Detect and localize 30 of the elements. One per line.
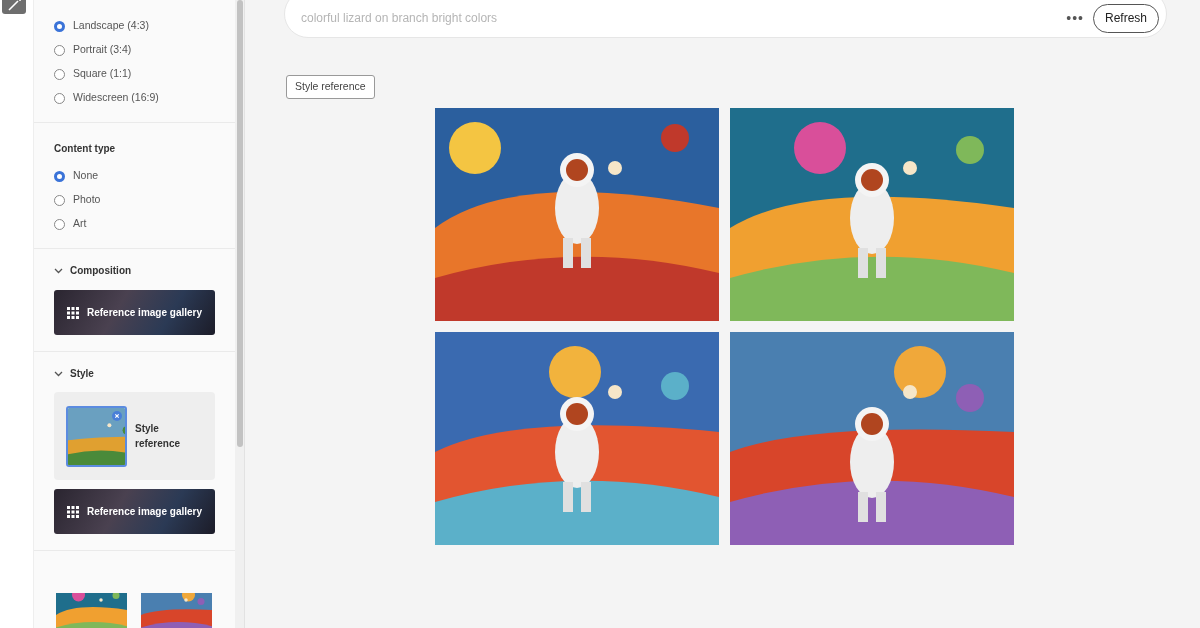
magic-wand-icon[interactable] bbox=[2, 0, 26, 14]
style-reference-card[interactable]: Style reference bbox=[54, 392, 215, 480]
radio-button[interactable] bbox=[54, 218, 65, 230]
grid-icon bbox=[66, 306, 79, 319]
radio-button[interactable] bbox=[54, 20, 65, 32]
more-button[interactable]: ••• bbox=[1066, 7, 1084, 29]
option-label: None bbox=[73, 168, 99, 184]
option-label: Portrait (3:4) bbox=[73, 42, 132, 58]
prompt-field[interactable]: colorful lizard on branch bright colors ••• Refresh bbox=[284, 0, 1167, 38]
option-label: Art bbox=[73, 216, 87, 232]
scrollbar-thumb[interactable] bbox=[237, 0, 243, 447]
radio-button[interactable] bbox=[54, 92, 65, 104]
radio-button[interactable] bbox=[54, 68, 65, 80]
section-title: Content type bbox=[54, 142, 117, 156]
gallery-button[interactable]: Reference image gallery bbox=[54, 290, 215, 335]
option-label: Landscape (4:3) bbox=[73, 18, 149, 34]
gallery-button[interactable]: Reference image gallery bbox=[54, 489, 215, 534]
reference-label: Style reference bbox=[135, 422, 182, 451]
section-title: Composition bbox=[70, 263, 132, 278]
grid-icon bbox=[66, 505, 79, 518]
option-label: Photo bbox=[73, 192, 101, 208]
radio-button[interactable] bbox=[54, 170, 65, 182]
style-reference-tag[interactable]: Style reference bbox=[286, 75, 375, 99]
section-title: Style bbox=[70, 366, 94, 381]
option-label: Widescreen (16:9) bbox=[73, 90, 159, 106]
radio-button[interactable] bbox=[54, 194, 65, 206]
option-label: Square (1:1) bbox=[73, 66, 132, 82]
refresh-button[interactable]: Refresh bbox=[1092, 3, 1159, 33]
radio-button[interactable] bbox=[54, 44, 65, 56]
close-icon[interactable] bbox=[112, 410, 122, 421]
